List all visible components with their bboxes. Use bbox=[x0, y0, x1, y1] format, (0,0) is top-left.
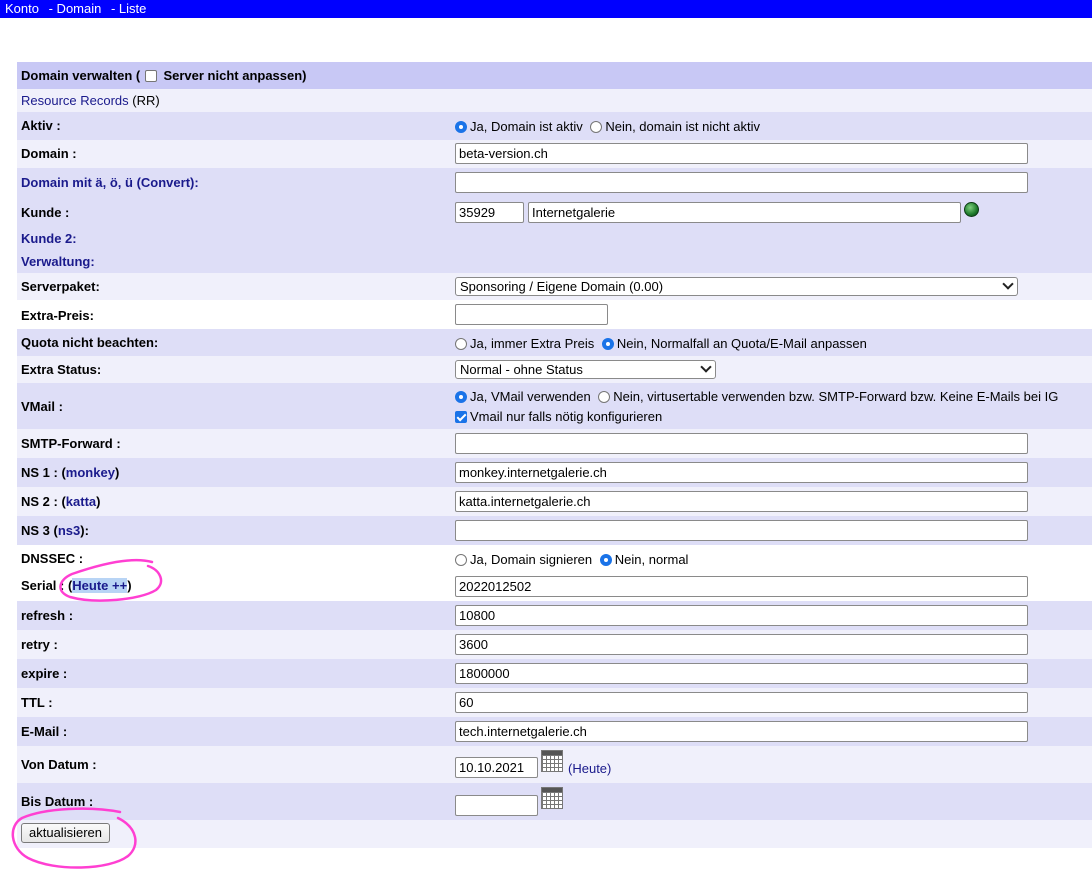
smtp-forward-row: SMTP-Forward : bbox=[17, 429, 1092, 458]
verwaltung-link[interactable]: Verwaltung: bbox=[21, 254, 95, 270]
dnssec-yes-radio[interactable] bbox=[455, 554, 467, 566]
refresh-input[interactable] bbox=[455, 605, 1028, 626]
globe-icon[interactable] bbox=[964, 202, 979, 217]
extra-preis-row: Extra-Preis: bbox=[17, 300, 1092, 329]
von-datum-label: Von Datum : bbox=[21, 757, 97, 772]
ns3-row: NS 3 (ns3): bbox=[17, 516, 1092, 545]
ns2-row: NS 2 : (katta) bbox=[17, 487, 1092, 516]
extra-status-row: Extra Status: Normal - ohne Status bbox=[17, 356, 1092, 383]
resource-records-row: Resource Records (RR) bbox=[17, 89, 1092, 112]
ttl-input[interactable] bbox=[455, 692, 1028, 713]
expire-row: expire : bbox=[17, 659, 1092, 688]
quota-row: Quota nicht beachten: Ja, immer Extra Pr… bbox=[17, 329, 1092, 356]
von-datum-input[interactable] bbox=[455, 757, 538, 778]
calendar-icon[interactable] bbox=[541, 787, 563, 809]
ns3-label: NS 3 (ns3): bbox=[21, 523, 89, 538]
ns1-link[interactable]: monkey bbox=[66, 465, 115, 480]
serverpaket-row: Serverpaket: Sponsoring / Eigene Domain … bbox=[17, 273, 1092, 300]
vmail-no-radio[interactable] bbox=[598, 391, 611, 403]
retry-row: retry : bbox=[17, 630, 1092, 659]
vmail-label: VMail : bbox=[21, 399, 63, 414]
domain-idn-row: Domain mit ä, ö, ü (Convert): bbox=[17, 168, 1092, 197]
aktiv-yes-radio[interactable] bbox=[455, 121, 467, 133]
quota-yes-radio[interactable] bbox=[455, 338, 467, 350]
domain-idn-label: Domain mit ä, ö, ü (Convert): bbox=[21, 175, 199, 190]
resource-records-link[interactable]: Resource Records bbox=[21, 93, 129, 108]
email-row: E-Mail : bbox=[17, 717, 1092, 746]
smtp-forward-label: SMTP-Forward : bbox=[21, 436, 121, 451]
expire-label: expire : bbox=[21, 666, 68, 681]
aktiv-label: Aktiv : bbox=[21, 118, 61, 133]
refresh-label: refresh : bbox=[21, 608, 74, 623]
domain-idn-input[interactable] bbox=[455, 172, 1028, 193]
von-datum-heute: (Heute) bbox=[568, 761, 612, 776]
vmail-yes-radio[interactable] bbox=[455, 391, 467, 403]
nav-domain-link[interactable]: - Domain bbox=[49, 1, 102, 16]
vmail-row: VMail : Ja, VMail verwenden Nein, virtus… bbox=[17, 383, 1092, 429]
ns1-input[interactable] bbox=[455, 462, 1028, 483]
kunde-row: Kunde : bbox=[17, 197, 1092, 227]
vmail-optional-checkbox[interactable] bbox=[455, 411, 467, 423]
dnssec-no-radio[interactable] bbox=[599, 554, 612, 566]
ns2-label: NS 2 : (katta) bbox=[21, 494, 101, 509]
smtp-forward-input[interactable] bbox=[455, 433, 1028, 454]
heute-link[interactable]: Heute bbox=[572, 761, 607, 776]
serial-input[interactable] bbox=[455, 576, 1028, 597]
calendar-icon[interactable] bbox=[541, 750, 563, 772]
extra-status-select[interactable]: Normal - ohne Status bbox=[455, 360, 716, 379]
serial-label: Serial : (Heute ++) bbox=[21, 578, 132, 593]
bis-datum-label: Bis Datum : bbox=[21, 794, 94, 809]
kunde2-row: Kunde 2: bbox=[17, 227, 1092, 250]
serverpaket-select[interactable]: Sponsoring / Eigene Domain (0.00) bbox=[455, 277, 1018, 296]
serverpaket-label: Serverpaket: bbox=[21, 279, 100, 294]
retry-input[interactable] bbox=[455, 634, 1028, 655]
von-datum-row: Von Datum : (Heute) bbox=[17, 746, 1092, 783]
extra-preis-input[interactable] bbox=[455, 304, 608, 325]
email-label: E-Mail : bbox=[21, 724, 68, 739]
ns2-link[interactable]: katta bbox=[66, 494, 96, 509]
ttl-label: TTL : bbox=[21, 695, 53, 710]
convert-link[interactable]: Convert bbox=[141, 175, 190, 190]
dnssec-label: DNSSEC : bbox=[21, 551, 84, 566]
extra-status-label: Extra Status: bbox=[21, 362, 102, 377]
domain-label: Domain : bbox=[21, 146, 77, 161]
bis-datum-input[interactable] bbox=[455, 795, 538, 816]
kunde2-link[interactable]: Kunde 2: bbox=[21, 231, 77, 247]
quota-no-radio[interactable] bbox=[601, 338, 614, 350]
refresh-row: refresh : bbox=[17, 601, 1092, 630]
expire-input[interactable] bbox=[455, 663, 1028, 684]
form-header: Domain verwalten ( Server nicht anpassen… bbox=[17, 62, 1092, 89]
aktiv-row: Aktiv : Ja, Domain ist aktiv Nein, domai… bbox=[17, 112, 1092, 140]
chevron-down-icon bbox=[700, 361, 712, 373]
form-title: Domain verwalten ( Server nicht anpassen… bbox=[21, 68, 307, 83]
ns3-link[interactable]: ns3 bbox=[58, 523, 80, 538]
ns2-input[interactable] bbox=[455, 491, 1028, 512]
dnssec-row: DNSSEC : Ja, Domain signieren Nein, norm… bbox=[17, 545, 1092, 573]
kunde-name-input[interactable] bbox=[528, 202, 961, 223]
ns3-input[interactable] bbox=[455, 520, 1028, 541]
domain-row: Domain : bbox=[17, 140, 1092, 168]
verwaltung-row: Verwaltung: bbox=[17, 250, 1092, 273]
heute-plus-link[interactable]: Heute ++ bbox=[72, 578, 128, 593]
serial-row: Serial : (Heute ++) bbox=[17, 573, 1092, 601]
bis-datum-row: Bis Datum : bbox=[17, 783, 1092, 820]
extra-preis-label: Extra-Preis: bbox=[21, 308, 94, 323]
nav-konto-link[interactable]: Konto bbox=[5, 1, 39, 16]
kunde-id-input[interactable] bbox=[455, 202, 524, 223]
email-input[interactable] bbox=[455, 721, 1028, 742]
nav-liste-link[interactable]: - Liste bbox=[111, 1, 146, 16]
chevron-down-icon bbox=[1002, 278, 1014, 290]
aktiv-no-radio[interactable] bbox=[590, 121, 603, 133]
domain-input[interactable] bbox=[455, 143, 1028, 164]
kunde-label: Kunde : bbox=[21, 205, 70, 220]
ttl-row: TTL : bbox=[17, 688, 1092, 717]
submit-row: aktualisieren bbox=[17, 820, 1092, 848]
top-nav-bar: Konto - Domain - Liste bbox=[0, 0, 1092, 18]
server-nicht-anpassen-checkbox[interactable] bbox=[144, 70, 157, 82]
quota-label: Quota nicht beachten: bbox=[21, 335, 159, 350]
ns1-label: NS 1 : (monkey) bbox=[21, 465, 120, 480]
retry-label: retry : bbox=[21, 637, 58, 652]
aktualisieren-button[interactable]: aktualisieren bbox=[21, 823, 110, 843]
ns1-row: NS 1 : (monkey) bbox=[17, 458, 1092, 487]
